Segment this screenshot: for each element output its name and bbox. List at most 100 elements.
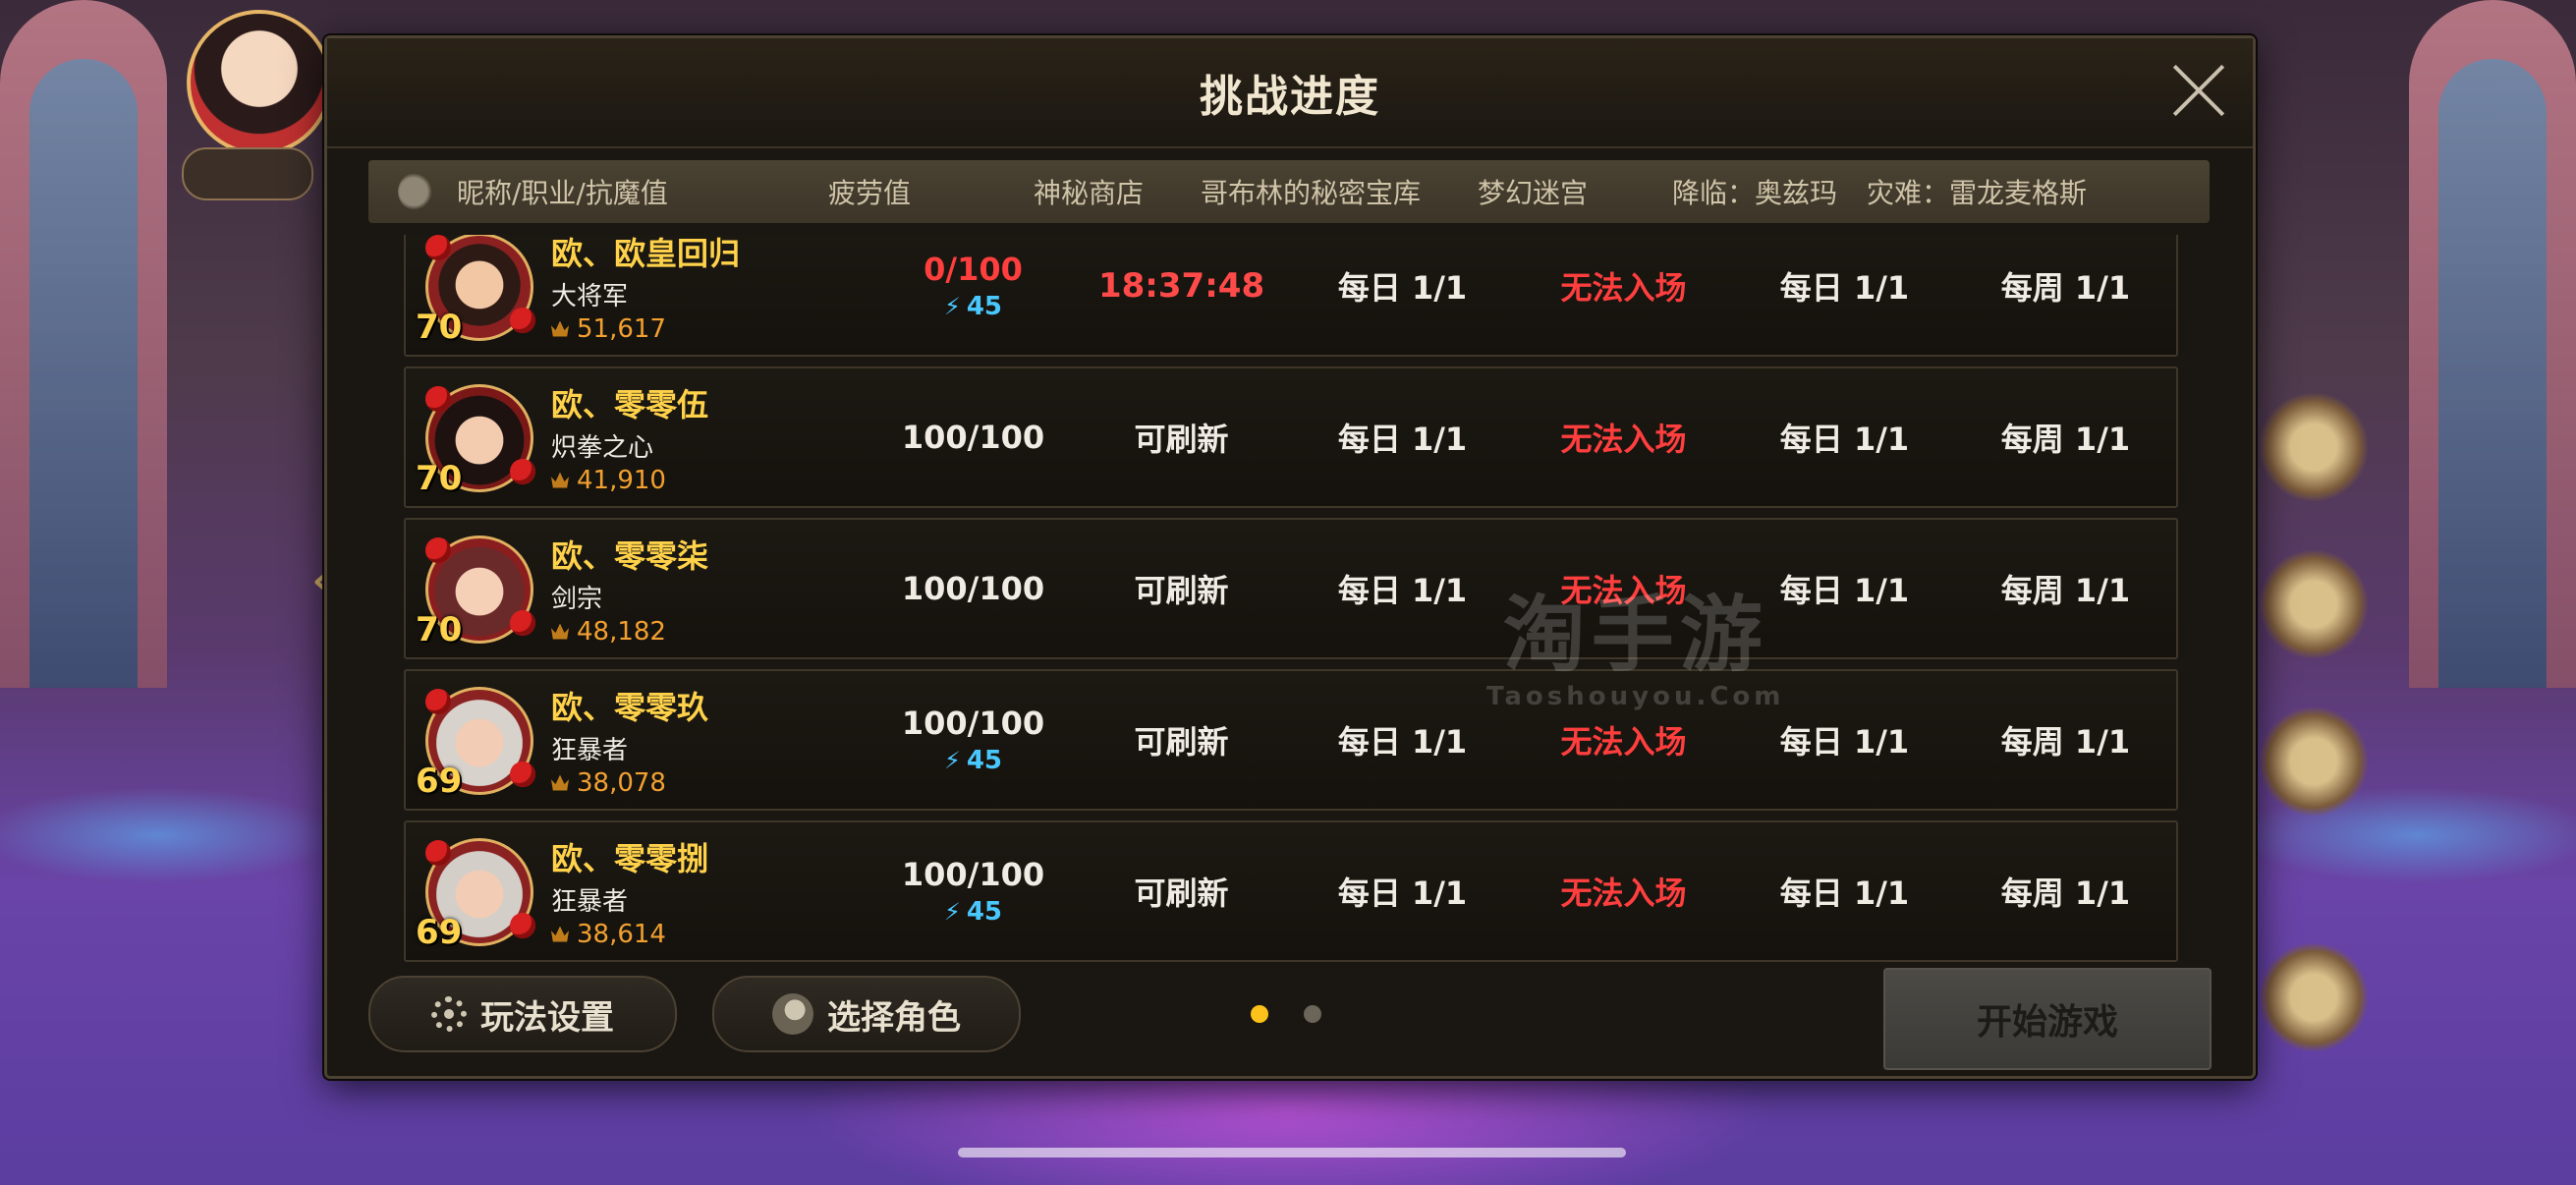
header-magus: 灾难：雷龙麦格斯 [1866, 177, 2087, 209]
level-badge: 70 [416, 459, 463, 498]
fatigue-value: 100/100 [901, 856, 1045, 893]
page-dot-1[interactable] [1251, 1005, 1268, 1023]
character-job: 狂暴者 [551, 886, 629, 917]
character-name: 欧、零零柒 [551, 536, 709, 575]
level-badge: 70 [416, 308, 463, 347]
player-avatar[interactable] [187, 10, 332, 155]
crown-icon [551, 320, 569, 337]
background-arch-left [0, 0, 167, 688]
lightning-icon: ⚡ [943, 747, 961, 774]
magus-status: 每周 1/1 [2000, 723, 2131, 761]
fatigue-cell: 100/100 [875, 419, 1071, 456]
character-portrait: 70 [416, 384, 535, 498]
table-row[interactable]: 70 欧、欧皇回归 大将军 51,617 0/100 ⚡ 45 18:37:48 … [404, 235, 2178, 357]
character-portrait: 70 [416, 536, 535, 649]
character-list[interactable]: 70 欧、欧皇回归 大将军 51,617 0/100 ⚡ 45 18:37:48 … [404, 235, 2178, 968]
dream-maze-status: 无法入场 [1560, 269, 1687, 307]
crown-icon [551, 774, 569, 791]
challenge-progress-dialog: 挑战进度 昵称/职业/抗魔值 疲劳值 神秘商店 哥布林的秘密宝库 梦幻迷宫 降临… [324, 35, 2256, 1079]
dialog-title: 挑战进度 [327, 38, 2253, 148]
table-row[interactable]: 69 欧、零零玖 狂暴者 38,078 100/100 ⚡ 45 可刷新 每日 1… [404, 669, 2178, 811]
fatigue-cell: 0/100 ⚡ 45 [875, 251, 1071, 321]
character-portrait: 70 [416, 235, 535, 347]
character-name: 欧、零零伍 [551, 385, 709, 423]
ozma-status: 每日 1/1 [1779, 875, 1910, 912]
header-fatigue: 疲劳值 [827, 177, 911, 209]
gear-icon [431, 996, 467, 1032]
crown-icon [551, 623, 569, 640]
mystery-shop-status: 可刷新 [1134, 572, 1229, 609]
pagination-dots [1251, 1005, 1321, 1023]
magus-status: 每周 1/1 [2000, 269, 2131, 307]
header-mystery-shop: 神秘商店 [1033, 177, 1144, 209]
select-character-button[interactable]: 选择角色 [712, 976, 1021, 1052]
header-goblin-vault: 哥布林的秘密宝库 [1200, 177, 1421, 209]
anti-magic-value: 38,614 [577, 919, 666, 949]
gameplay-settings-button[interactable]: 玩法设置 [368, 976, 677, 1052]
anti-magic-value: 38,078 [577, 767, 666, 798]
dream-maze-status: 无法入场 [1560, 723, 1687, 761]
fatigue-value: 100/100 [901, 570, 1045, 607]
select-character-label: 选择角色 [827, 997, 961, 1038]
ozma-status: 每日 1/1 [1779, 269, 1910, 307]
ozma-status: 每日 1/1 [1779, 723, 1910, 761]
magus-status: 每周 1/1 [2000, 572, 2131, 609]
page-dot-2[interactable] [1304, 1005, 1321, 1023]
mystery-shop-status: 可刷新 [1134, 723, 1229, 761]
switch-button[interactable] [182, 147, 313, 200]
fatigue-value: 100/100 [901, 705, 1045, 742]
level-badge: 70 [416, 610, 463, 649]
magus-status: 每周 1/1 [2000, 875, 2131, 912]
level-badge: 69 [416, 762, 463, 801]
level-badge: 69 [416, 913, 463, 952]
dragon-icon [398, 172, 437, 211]
person-icon [772, 993, 813, 1035]
anti-magic-value: 41,910 [577, 465, 666, 495]
table-header: 昵称/职业/抗魔值 疲劳值 神秘商店 哥布林的秘密宝库 梦幻迷宫 降临：奥兹玛 … [368, 160, 2210, 223]
character-job: 狂暴者 [551, 735, 629, 765]
character-cell: 70 欧、零零柒 剑宗 48,182 [406, 532, 875, 649]
header-ozma: 降临：奥兹玛 [1671, 177, 1837, 209]
start-game-button[interactable]: 开始游戏 [1883, 968, 2212, 1070]
crown-icon [551, 472, 569, 488]
character-cell: 69 欧、零零玖 狂暴者 38,078 [406, 683, 875, 801]
lightning-icon: ⚡ [943, 293, 961, 320]
side-menu-icon-1[interactable] [2260, 393, 2368, 501]
goblin-vault-status: 每日 1/1 [1337, 269, 1468, 307]
close-icon[interactable] [2168, 60, 2229, 121]
character-portrait: 69 [416, 838, 535, 952]
fatigue-cell: 100/100 [875, 570, 1071, 607]
background-arch-right [2409, 0, 2576, 688]
side-menu-icon-3[interactable] [2260, 707, 2368, 816]
character-name: 欧、欧皇回归 [551, 235, 741, 272]
crown-icon [551, 926, 569, 942]
side-menu-icon-4[interactable] [2260, 943, 2368, 1051]
side-menu-icon-2[interactable] [2260, 550, 2368, 658]
home-indicator[interactable] [958, 1148, 1626, 1157]
character-job: 大将军 [551, 281, 629, 311]
character-cell: 69 欧、零零捌 狂暴者 38,614 [406, 834, 875, 952]
magus-status: 每周 1/1 [2000, 421, 2131, 458]
dream-maze-status: 无法入场 [1560, 572, 1687, 609]
dream-maze-status: 无法入场 [1560, 421, 1687, 458]
fatigue-value: 0/100 [924, 251, 1023, 288]
goblin-vault-status: 每日 1/1 [1337, 572, 1468, 609]
table-row[interactable]: 70 欧、零零柒 剑宗 48,182 100/100 可刷新 每日 1/1 无法… [404, 518, 2178, 659]
goblin-vault-status: 每日 1/1 [1337, 723, 1468, 761]
fatigue-bonus: 45 [966, 897, 1003, 927]
fatigue-cell: 100/100 ⚡ 45 [875, 856, 1071, 927]
character-job: 剑宗 [551, 584, 603, 614]
dialog-footer: 玩法设置 选择角色 开始游戏 [327, 958, 2253, 1076]
fatigue-cell: 100/100 ⚡ 45 [875, 705, 1071, 775]
lightning-icon: ⚡ [943, 898, 961, 926]
character-name: 欧、零零玖 [551, 688, 709, 726]
table-row[interactable]: 69 欧、零零捌 狂暴者 38,614 100/100 ⚡ 45 可刷新 每日 1… [404, 820, 2178, 962]
character-name: 欧、零零捌 [551, 839, 709, 877]
character-job: 炽拳之心 [551, 432, 654, 463]
table-row[interactable]: 70 欧、零零伍 炽拳之心 41,910 100/100 可刷新 每日 1/1 … [404, 367, 2178, 508]
header-dream-maze: 梦幻迷宫 [1477, 177, 1588, 209]
fatigue-value: 100/100 [901, 419, 1045, 456]
anti-magic-value: 51,617 [577, 313, 666, 344]
fatigue-bonus: 45 [966, 746, 1003, 775]
dream-maze-status: 无法入场 [1560, 875, 1687, 912]
